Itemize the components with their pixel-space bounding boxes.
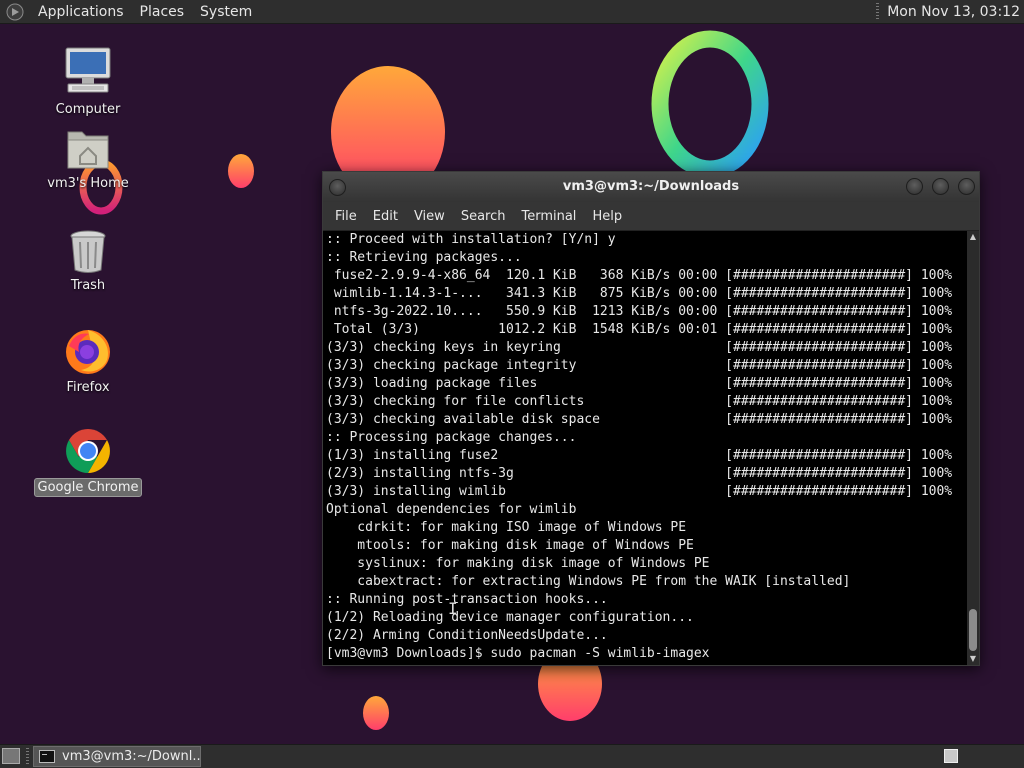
desktop-icon-label: Google Chrome <box>33 478 143 497</box>
window-title: vm3@vm3:~/Downloads <box>562 179 740 194</box>
terminal-icon <box>39 750 55 763</box>
computer-icon <box>65 47 111 93</box>
terminal-line: (2/3) installing ntfs-3g [##############… <box>326 466 953 481</box>
window-menu-icon <box>329 179 346 196</box>
desktop-icon-chrome[interactable]: Google Chrome <box>28 426 148 497</box>
menu-file[interactable]: File <box>327 209 365 224</box>
home-folder-icon <box>67 131 109 169</box>
terminal-line: (3/3) checking for file conflicts [#####… <box>326 394 953 409</box>
desktop-icon-home[interactable]: vm3's Home <box>28 128 148 192</box>
workspace-switcher[interactable] <box>944 749 958 763</box>
show-desktop-icon[interactable] <box>2 748 20 764</box>
taskbar-item-terminal[interactable]: vm3@vm3:~/Downl... <box>33 746 201 767</box>
menu-search[interactable]: Search <box>453 209 514 224</box>
desktop-icon-firefox[interactable]: Firefox <box>28 326 148 396</box>
wallpaper-small-blob <box>228 154 254 188</box>
desktop-icon-label: Trash <box>70 278 106 293</box>
panel-separator <box>26 748 29 766</box>
terminal-line: mtools: for making disk image of Windows… <box>326 538 694 553</box>
terminal-line: (3/3) loading package files [###########… <box>326 376 953 391</box>
distro-logo-icon[interactable] <box>6 3 24 21</box>
maximize-button[interactable] <box>932 178 949 195</box>
terminal-line: (2/2) Arming ConditionNeedsUpdate... <box>326 628 608 643</box>
clock[interactable]: Mon Nov 13, 03:12 <box>887 4 1024 20</box>
close-button[interactable] <box>958 178 975 195</box>
terminal-line: (3/3) checking package integrity [######… <box>326 358 953 373</box>
terminal-line: syslinux: for making disk image of Windo… <box>326 556 710 571</box>
terminal-prompt-line: [vm3@vm3 Downloads]$ sudo pacman -S wiml… <box>326 646 710 661</box>
terminal-line: :: Running post-transaction hooks... <box>326 592 608 607</box>
menu-places[interactable]: Places <box>132 0 193 24</box>
wallpaper-bottom-small-blob <box>363 696 389 730</box>
desktop-icon-computer[interactable]: Computer <box>28 46 148 118</box>
scroll-up-arrow-icon[interactable]: ▲ <box>967 231 979 243</box>
terminal-line: wimlib-1.14.3-1-... 341.3 KiB 875 KiB/s … <box>326 286 953 301</box>
desktop-icon-label: Firefox <box>66 380 110 395</box>
window-titlebar[interactable]: vm3@vm3:~/Downloads <box>323 172 979 202</box>
terminal-line: (1/2) Reloading device manager configura… <box>326 610 694 625</box>
taskbar-item-label: vm3@vm3:~/Downl... <box>62 749 201 764</box>
mouse-cursor-ibeam: I <box>448 599 458 618</box>
terminal-line: :: Retrieving packages... <box>326 250 522 265</box>
terminal-window[interactable]: vm3@vm3:~/Downloads File Edit View Searc… <box>322 171 980 666</box>
terminal-output[interactable]: :: Proceed with installation? [Y/n] y ::… <box>323 231 967 665</box>
bottom-panel: vm3@vm3:~/Downl... <box>0 744 1024 768</box>
menu-edit[interactable]: Edit <box>365 209 406 224</box>
desktop-icon-label: Computer <box>55 102 121 117</box>
terminal-line: ntfs-3g-2022.10.... 550.9 KiB 1213 KiB/s… <box>326 304 953 319</box>
top-panel: Applications Places System Mon Nov 13, 0… <box>0 0 1024 24</box>
terminal-line: :: Processing package changes... <box>326 430 577 445</box>
terminal-line: cabextract: for extracting Windows PE fr… <box>326 574 851 589</box>
trash-icon <box>70 230 106 273</box>
terminal-line: :: Proceed with installation? [Y/n] y <box>326 232 616 247</box>
terminal-line: (3/3) checking keys in keyring [########… <box>326 340 953 355</box>
minimize-button[interactable] <box>906 178 923 195</box>
scrollbar-thumb[interactable] <box>969 609 977 651</box>
terminal-line: Optional dependencies for wimlib <box>326 502 577 517</box>
menu-view[interactable]: View <box>406 209 453 224</box>
menu-system[interactable]: System <box>192 0 260 24</box>
terminal-menubar: File Edit View Search Terminal Help <box>323 202 979 231</box>
terminal-scrollbar[interactable]: ▲ ▼ <box>967 231 979 665</box>
firefox-icon <box>66 330 110 374</box>
menu-terminal[interactable]: Terminal <box>513 209 584 224</box>
panel-separator <box>876 3 880 21</box>
menu-help[interactable]: Help <box>584 209 630 224</box>
terminal-line: Total (3/3) 1012.2 KiB 1548 KiB/s 00:01 … <box>326 322 953 337</box>
scroll-down-arrow-icon[interactable]: ▼ <box>967 653 979 665</box>
window-menu-button[interactable] <box>329 179 346 196</box>
menu-applications[interactable]: Applications <box>30 0 132 24</box>
terminal-line: cdrkit: for making ISO image of Windows … <box>326 520 687 535</box>
terminal-line: (1/3) installing fuse2 [################… <box>326 448 953 463</box>
terminal-line: fuse2-2.9.9-4-x86_64 120.1 KiB 368 KiB/s… <box>326 268 953 283</box>
terminal-line: (3/3) checking available disk space [###… <box>326 412 953 427</box>
desktop-icon-trash[interactable]: Trash <box>28 228 148 294</box>
terminal-line: (3/3) installing wimlib [###############… <box>326 484 953 499</box>
desktop-icon-label: vm3's Home <box>47 176 129 191</box>
chrome-icon <box>66 429 110 473</box>
